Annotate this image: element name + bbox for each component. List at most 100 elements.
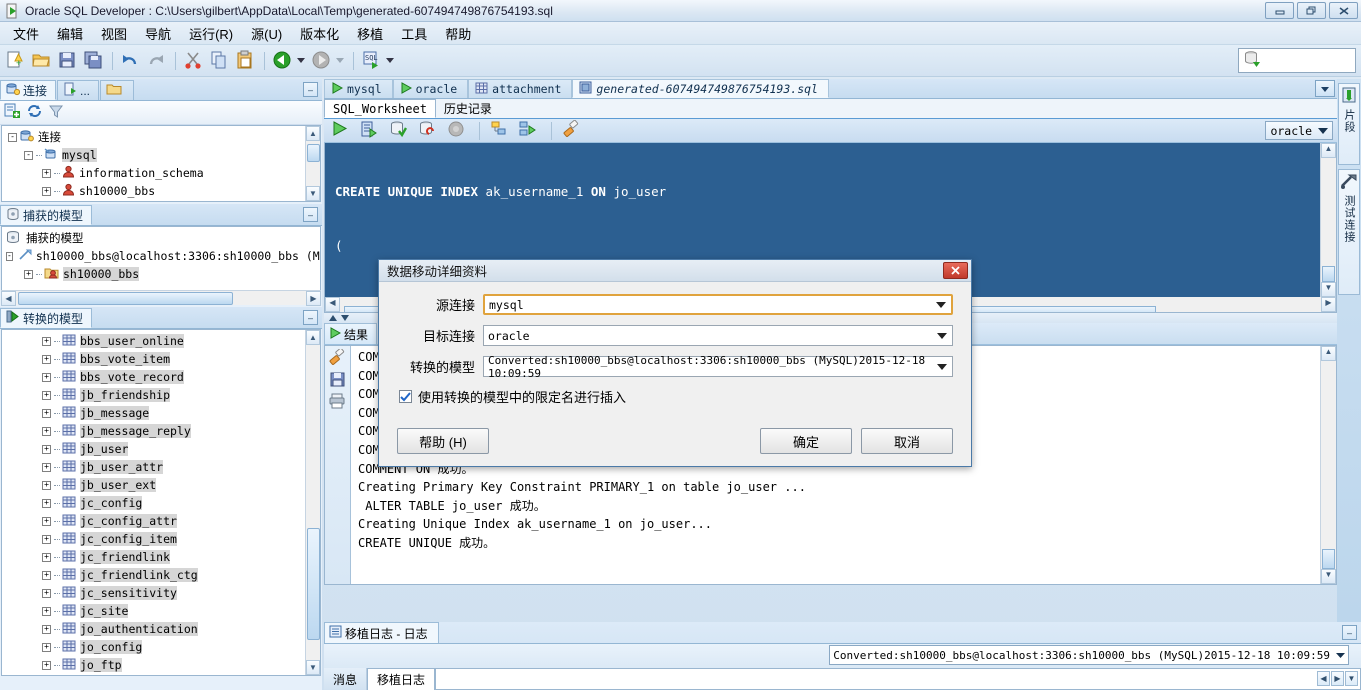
converted-model-tree[interactable]: + bbs_user_online + bbs_vote_item + bbs_vote_…: [1, 329, 321, 676]
tree-node-table[interactable]: + bbs_vote_item: [2, 350, 304, 368]
tree-node-table[interactable]: + bbs_user_online: [2, 332, 304, 350]
status-tab-migration-log[interactable]: 移植日志: [367, 668, 436, 690]
scroll-up-arrow-icon[interactable]: ▲: [306, 330, 320, 345]
menu-item-migration[interactable]: 移植: [348, 22, 392, 45]
expander-icon[interactable]: +: [42, 642, 51, 652]
scroll-down-arrow-icon[interactable]: ▼: [1321, 282, 1336, 297]
back-icon[interactable]: [272, 50, 294, 72]
sidebar-tab-captured-model[interactable]: 捕获的模型: [0, 205, 93, 225]
scroll-down-arrow-icon[interactable]: ▼: [1321, 569, 1336, 584]
refresh-icon[interactable]: [26, 103, 43, 122]
tree-node-table[interactable]: + jb_user: [2, 440, 304, 458]
scroll-up-arrow-icon[interactable]: ▲: [306, 126, 320, 141]
scrollbar-thumb[interactable]: [1322, 549, 1335, 569]
worksheet-connection-select[interactable]: oracle: [1265, 121, 1333, 140]
restore-button[interactable]: [1297, 2, 1326, 19]
tree-node-table[interactable]: + bbs_vote_record: [2, 368, 304, 386]
menu-item-tools[interactable]: 工具: [392, 22, 436, 45]
tree-node-information-schema[interactable]: + information_schema: [2, 164, 304, 182]
status-tab-messages[interactable]: 消息: [324, 668, 368, 690]
tree-node-mysql[interactable]: - mysql: [2, 146, 304, 164]
clear-icon[interactable]: [562, 119, 584, 142]
menu-item-view[interactable]: 视图: [92, 22, 136, 45]
sidebar-tab-files[interactable]: [100, 80, 135, 100]
tree-node-table[interactable]: + jo_ftp: [2, 656, 304, 674]
cancel-button[interactable]: 取消: [861, 428, 953, 454]
scrollbar-thumb[interactable]: [307, 528, 320, 640]
execute-statement-icon[interactable]: [331, 120, 353, 142]
minimize-button[interactable]: [1265, 2, 1294, 19]
tree-node-table[interactable]: + jc_friendlink_ctg: [2, 566, 304, 584]
tree-node-table[interactable]: + jc_sensitivity: [2, 584, 304, 602]
tree-node-table[interactable]: + jb_message: [2, 404, 304, 422]
tree-node-table[interactable]: + jc_config_attr: [2, 512, 304, 530]
menu-item-run[interactable]: 运行(R): [180, 22, 242, 45]
tree-node-captured-root[interactable]: 捕获的模型: [2, 229, 320, 247]
expander-icon[interactable]: -: [8, 132, 17, 142]
paste-icon[interactable]: [235, 50, 257, 72]
tab-mysql[interactable]: mysql: [324, 79, 393, 98]
target-connection-select[interactable]: oracle: [483, 325, 953, 346]
menu-item-help[interactable]: 帮助: [436, 22, 480, 45]
new-file-icon[interactable]: +: [5, 50, 27, 72]
tree-node-sh10000-bbs[interactable]: + sh10000_bbs: [2, 182, 304, 200]
expander-icon[interactable]: +: [42, 186, 51, 196]
expander-icon[interactable]: +: [42, 408, 51, 418]
run-sql-dropdown-icon[interactable]: [386, 58, 394, 63]
captured-model-hscrollbar[interactable]: ◀ ▶: [1, 290, 321, 306]
connection-quick-box[interactable]: [1238, 48, 1356, 73]
expander-icon[interactable]: +: [42, 426, 51, 436]
tree-node-table[interactable]: + jb_friendship: [2, 386, 304, 404]
results-vscrollbar[interactable]: ▲ ▼: [1320, 346, 1336, 584]
tree-node-table[interactable]: + jc_site: [2, 602, 304, 620]
qualified-names-checkbox[interactable]: [399, 390, 412, 403]
scroll-up-arrow-icon[interactable]: ▲: [1321, 143, 1336, 158]
connections-tree[interactable]: - 连接 - mysql + information_schema + sh10…: [1, 125, 321, 202]
tree-node-captured-model-entry[interactable]: - sh10000_bbs@localhost:3306:sh10000_bbs…: [2, 247, 320, 265]
save-all-icon[interactable]: [83, 50, 105, 72]
filter-icon[interactable]: [48, 103, 64, 122]
dialog-close-button[interactable]: [943, 262, 968, 279]
commit-icon[interactable]: [389, 120, 411, 142]
rollback-icon[interactable]: [418, 120, 440, 142]
expander-icon[interactable]: +: [24, 269, 33, 279]
run-sql-icon[interactable]: SQL: [361, 50, 383, 72]
scrollbar-thumb[interactable]: [1322, 266, 1335, 282]
expander-icon[interactable]: +: [42, 516, 51, 526]
autotrace-icon[interactable]: [519, 120, 541, 142]
save-icon[interactable]: [325, 371, 350, 392]
tree-node-table[interactable]: + jo_authentication: [2, 620, 304, 638]
tree-node-captured-schema[interactable]: + sh10000_bbs: [2, 265, 320, 283]
menu-item-file[interactable]: 文件: [4, 22, 48, 45]
back-dropdown-icon[interactable]: [297, 58, 305, 63]
menu-item-source[interactable]: 源(U): [242, 22, 291, 45]
print-icon[interactable]: [325, 392, 350, 413]
tab-attachment[interactable]: attachment: [468, 79, 573, 98]
connections-tree-vscrollbar[interactable]: ▲ ▼: [305, 126, 320, 201]
expander-icon[interactable]: +: [42, 588, 51, 598]
expander-icon[interactable]: +: [42, 390, 51, 400]
tab-oracle[interactable]: oracle: [392, 79, 469, 98]
tree-node-table[interactable]: + jb_user_ext: [2, 476, 304, 494]
captured-panel-minimize[interactable]: –: [303, 207, 318, 222]
tab-results[interactable]: 结果: [324, 323, 378, 344]
rail-tab-tester[interactable]: 测试连接: [1338, 169, 1360, 295]
converted-model-select[interactable]: Converted:sh10000_bbs@localhost:3306:sh1…: [483, 354, 953, 380]
save-icon[interactable]: [57, 50, 79, 72]
expander-icon[interactable]: +: [42, 498, 51, 508]
explain-plan-icon[interactable]: [490, 120, 512, 142]
scroll-right-arrow-icon[interactable]: ▶: [306, 290, 321, 306]
scroll-left-arrow-icon[interactable]: ◀: [325, 297, 340, 312]
connections-panel-minimize[interactable]: –: [303, 82, 318, 97]
expander-icon[interactable]: +: [42, 372, 51, 382]
qualified-names-checkbox-row[interactable]: 使用转换的模型中的限定名进行插入: [399, 387, 953, 406]
expander-icon[interactable]: +: [42, 606, 51, 616]
expander-icon[interactable]: +: [42, 552, 51, 562]
run-script-icon[interactable]: [360, 120, 382, 142]
clear-icon[interactable]: [325, 346, 350, 371]
nav-dropdown-button[interactable]: ▼: [1345, 671, 1358, 686]
expander-icon[interactable]: +: [42, 534, 51, 544]
scroll-right-arrow-icon[interactable]: ▶: [1321, 297, 1336, 312]
tree-node-table[interactable]: + jc_config_item: [2, 530, 304, 548]
converted-panel-minimize[interactable]: –: [303, 310, 318, 325]
